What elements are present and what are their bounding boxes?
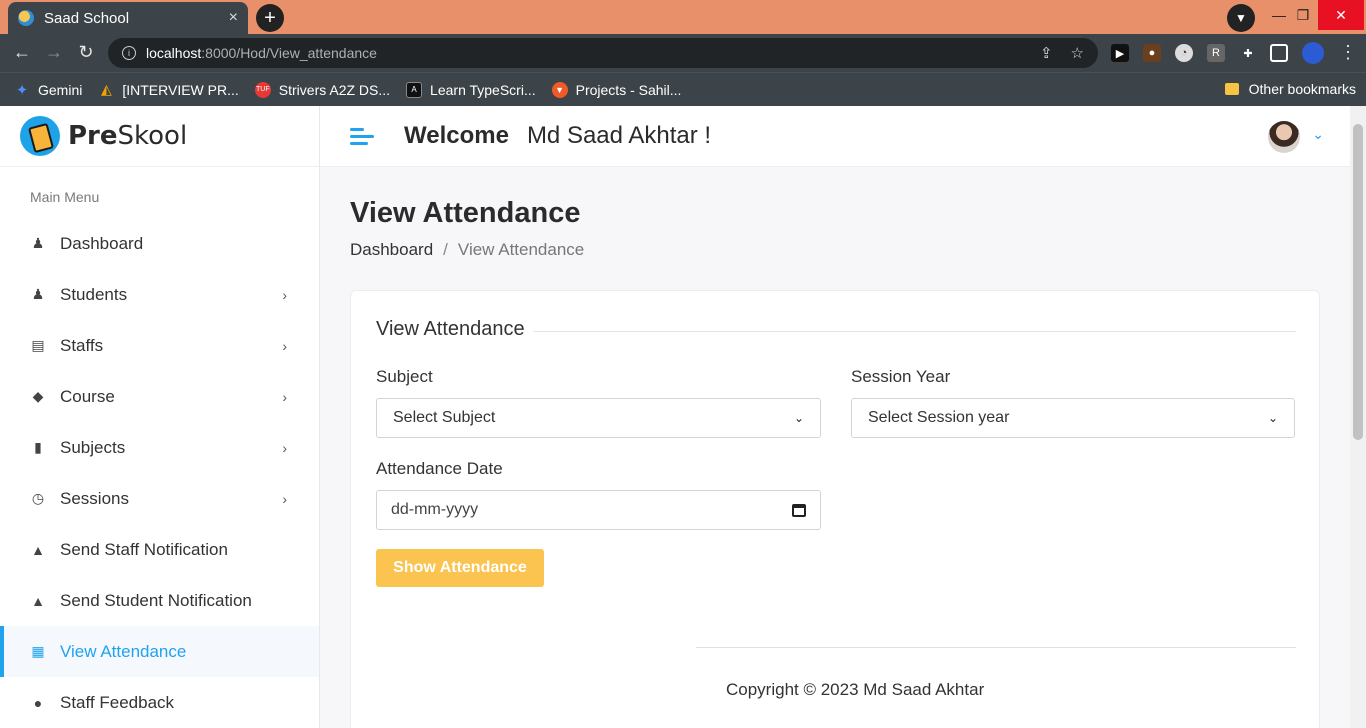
side-panel-icon[interactable] [1270,44,1288,62]
share-icon[interactable]: ⇪ [1040,44,1053,62]
avatar[interactable] [1268,121,1300,153]
browser-tab[interactable]: Saad School × [8,2,248,34]
chevron-right-icon: › [282,388,287,405]
bookmark-interview[interactable]: ◭ [INTERVIEW PR... [98,81,239,98]
folder-icon [1224,83,1239,95]
book-reader-icon: ▮ [34,439,42,455]
chevron-right-icon: › [282,337,287,354]
sidebar-item-students[interactable]: ♟ Students › [0,269,319,320]
user-name: Md Saad Akhtar ! [526,122,712,149]
page-scrollbar[interactable] [1350,106,1366,728]
chevron-right-icon: › [282,439,287,456]
bell-icon: ▲ [31,592,45,609]
comments-icon: ● [33,694,43,711]
form-legend: View Attendance [376,318,533,341]
bookmark-strivers[interactable]: TUF Strivers A2Z DS... [254,81,390,98]
sidebar-item-send-staff-notification[interactable]: ▲ Send Staff Notification [0,524,319,575]
extension-cookie-icon[interactable]: ● [1143,44,1161,62]
extension-r-icon[interactable]: R [1207,44,1225,62]
attendance-date-input[interactable]: dd-mm-yyyy [376,490,821,530]
extension-play-icon[interactable]: ▶ [1111,44,1129,62]
chevron-right-icon: › [282,490,287,507]
browser-menu-icon[interactable]: ⋮ [1336,42,1360,63]
bookmark-star-icon[interactable]: ☆ [1071,44,1084,62]
reload-icon[interactable]: ↻ [74,42,98,63]
sidebar-toggle-icon[interactable] [350,127,374,145]
user-graduate-icon: ♟ [31,235,45,251]
session-year-label: Session Year [851,367,951,386]
window-close-button[interactable]: ✕ [1318,0,1364,30]
show-attendance-button[interactable]: Show Attendance [376,549,544,587]
breadcrumb-current: View Attendance [457,240,585,259]
sidebar-item-send-student-notification[interactable]: ▲ Send Student Notification [0,575,319,626]
new-tab-button[interactable]: + [256,4,284,32]
tab-title: Saad School [44,9,130,27]
graduation-cap-icon: ◆ [32,388,44,404]
bookmark-projects[interactable]: ▼ Projects - Sahil... [551,81,681,98]
url-path: :8000/Hod/View_attendance [201,45,377,61]
menu-title: Main Menu [30,189,100,205]
attendance-form-card: View Attendance Subject Select Subject ⌄… [350,290,1320,728]
back-arrow-icon[interactable]: ← [10,42,34,63]
scrollbar-thumb[interactable] [1353,124,1363,440]
attendance-date-label: Attendance Date [376,459,503,478]
chevron-right-icon: › [282,286,287,303]
bookmark-typescript[interactable]: A Learn TypeScri... [406,81,536,98]
chevron-down-icon: ⌄ [1267,411,1278,425]
forward-arrow-icon[interactable]: → [42,42,66,63]
url-host: localhost [146,45,202,61]
clock-icon: ◷ [31,490,45,506]
browser-toolbar: ← → ↻ i localhost:8000/Hod/View_attendan… [0,34,1366,72]
tuf-icon: TUF [254,81,271,98]
session-year-select[interactable]: Select Session year ⌄ [851,398,1295,438]
projects-icon: ▼ [551,81,568,98]
footer-divider [696,647,1296,648]
sidebar-item-view-attendance[interactable]: ▦ View Attendance [0,626,319,677]
tab-close-icon[interactable]: × [229,9,238,27]
sidebar-item-course[interactable]: ◆ Course › [0,371,319,422]
breadcrumb-separator: / [443,240,448,259]
sidebar-item-staffs[interactable]: ▤ Staffs › [0,320,319,371]
sidebar-item-subjects[interactable]: ▮ Subjects › [0,422,319,473]
typescript-icon: A [406,81,423,98]
logo[interactable]: PreSkool [0,106,319,167]
address-bar[interactable]: i localhost:8000/Hod/View_attendance ⇪ ☆ [108,38,1098,68]
chevron-down-icon[interactable]: ⌄ [1312,126,1324,143]
browser-tab-bar: Saad School × + ▼ — ❐ ✕ [0,0,1366,34]
extensions-puzzle-icon[interactable]: ✚ [1239,44,1257,62]
profile-avatar-icon[interactable] [1302,42,1324,64]
gemini-icon: ✦ [15,81,29,99]
interview-icon: ◭ [100,81,112,97]
top-header: Welcome Md Saad Akhtar ! ⌄ [320,106,1350,167]
subject-label: Subject [376,367,433,386]
breadcrumb: Dashboard / View Attendance [350,240,1320,260]
calendar-icon: ▦ [31,643,45,659]
site-info-icon[interactable]: i [122,46,136,60]
subject-select[interactable]: Select Subject ⌄ [376,398,821,438]
user-graduate-icon: ♟ [31,286,45,302]
preskool-logo-icon [20,116,60,156]
sidebar-item-staff-feedback[interactable]: ● Staff Feedback [0,677,319,728]
extension-clock-icon[interactable]: ◔ [1175,44,1193,62]
sidebar-item-dashboard[interactable]: ♟ Dashboard [0,218,319,269]
bookmarks-bar: ✦ Gemini ◭ [INTERVIEW PR... TUF Strivers A2… [0,72,1366,106]
page-title: View Attendance [350,197,581,229]
other-bookmarks[interactable]: Other bookmarks [1224,81,1356,97]
sidebar-item-sessions[interactable]: ◷ Sessions › [0,473,319,524]
chevron-down-icon: ⌄ [793,411,804,425]
site-favicon-icon [18,10,34,26]
calendar-picker-icon[interactable] [792,503,806,517]
main-content: View Attendance Dashboard / View Attenda… [350,167,1320,728]
tab-search-chevron-icon[interactable]: ▼ [1227,4,1255,32]
copyright-text: Copyright © 2023 Md Saad Akhtar [726,680,985,699]
bookmark-gemini[interactable]: ✦ Gemini [14,81,83,99]
breadcrumb-dashboard-link[interactable]: Dashboard [350,240,433,260]
bell-icon: ▲ [31,541,45,558]
sidebar: PreSkool Main Menu ♟ Dashboard ♟ Student… [0,106,320,728]
welcome-text: Welcome [404,122,509,149]
chalkboard-teacher-icon: ▤ [31,337,45,353]
